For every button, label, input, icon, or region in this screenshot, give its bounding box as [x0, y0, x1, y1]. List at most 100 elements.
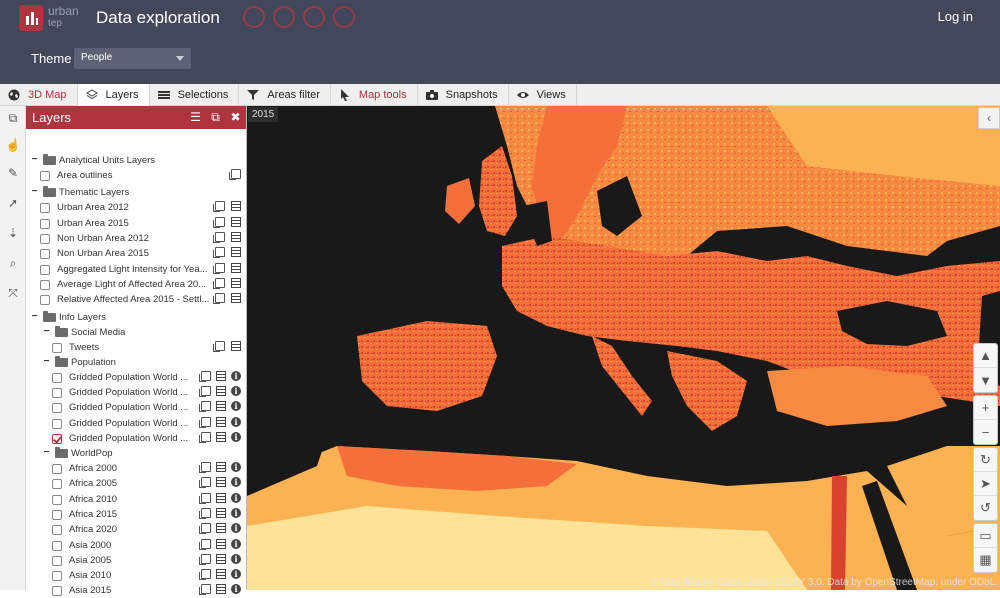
- layer-group[interactable]: − Social Media: [42, 325, 125, 340]
- layer-checkbox[interactable]: [52, 433, 62, 444]
- layer-item[interactable]: Gridded Population World ...: [52, 385, 188, 400]
- layer-item[interactable]: Africa 2005: [52, 476, 117, 491]
- identify-icon[interactable]: ➚: [4, 194, 22, 212]
- arrow-up-icon[interactable]: ▲: [974, 344, 997, 368]
- layer-item[interactable]: Asia 2000: [52, 538, 111, 553]
- layer-item[interactable]: Africa 2020: [52, 522, 117, 537]
- target-icon[interactable]: [243, 6, 265, 28]
- table-icon[interactable]: [216, 523, 226, 533]
- tab-views[interactable]: Views: [509, 84, 577, 106]
- table-icon[interactable]: [216, 417, 226, 427]
- collapse-toggle-icon[interactable]: −: [30, 187, 39, 197]
- layer-checkbox[interactable]: [40, 279, 50, 290]
- table-icon[interactable]: [231, 263, 241, 273]
- zoom-icon[interactable]: ⌕: [4, 254, 22, 272]
- layer-item[interactable]: Gridded Population World ...: [52, 416, 188, 431]
- layer-item[interactable]: Non Urban Area 2012: [40, 231, 149, 246]
- stats-icon[interactable]: [273, 6, 295, 28]
- zoom-out-icon[interactable]: −: [974, 420, 997, 444]
- users-icon[interactable]: [333, 6, 355, 28]
- layer-checkbox[interactable]: [52, 372, 62, 383]
- rotate-cw-icon[interactable]: ↻: [974, 448, 997, 472]
- layer-group[interactable]: − Analytical Units Layers: [30, 153, 155, 168]
- layer-checkbox[interactable]: [52, 524, 62, 535]
- layer-checkbox[interactable]: [52, 540, 62, 551]
- fullscreen-icon[interactable]: ⤧: [4, 284, 22, 302]
- table-icon[interactable]: [216, 493, 226, 503]
- share-icon[interactable]: [303, 6, 325, 28]
- collapse-toggle-icon[interactable]: −: [42, 357, 51, 367]
- window-icon[interactable]: ⧉: [4, 109, 22, 127]
- tab-3d-map[interactable]: 3D Map: [0, 84, 78, 106]
- copy-icon[interactable]: [199, 523, 211, 534]
- info-icon[interactable]: i: [231, 477, 241, 487]
- copy-icon[interactable]: [213, 217, 225, 228]
- layer-group[interactable]: − Info Layers: [30, 310, 106, 325]
- layer-checkbox[interactable]: [52, 494, 62, 505]
- table-icon[interactable]: [231, 293, 241, 303]
- tab-selections[interactable]: Selections: [150, 84, 240, 106]
- copy-icon[interactable]: [213, 201, 225, 212]
- layer-item[interactable]: Asia 2010: [52, 568, 111, 583]
- info-icon[interactable]: i: [231, 493, 241, 503]
- layer-checkbox[interactable]: [52, 387, 62, 398]
- layer-group[interactable]: − Thematic Layers: [30, 185, 129, 200]
- table-icon[interactable]: [231, 232, 241, 242]
- copy-icon[interactable]: [199, 417, 211, 428]
- table-icon[interactable]: [216, 432, 226, 442]
- eraser-icon[interactable]: ✎: [4, 164, 22, 182]
- layer-checkbox[interactable]: [52, 418, 62, 429]
- layer-group[interactable]: − Population: [42, 355, 116, 370]
- copy-icon[interactable]: [199, 554, 211, 565]
- collapse-panel-button[interactable]: ‹: [978, 107, 1000, 129]
- info-icon[interactable]: i: [231, 539, 241, 549]
- table-icon[interactable]: [231, 278, 241, 288]
- copy-icon[interactable]: [213, 341, 225, 352]
- table-icon[interactable]: [216, 539, 226, 549]
- layer-checkbox[interactable]: [52, 555, 62, 566]
- tab-layers[interactable]: Layers: [77, 84, 150, 106]
- table-icon[interactable]: [216, 584, 226, 594]
- layer-item[interactable]: Average Light of Affected Area 20...: [40, 277, 206, 292]
- info-icon[interactable]: i: [231, 417, 241, 427]
- detach-icon[interactable]: ⧉: [209, 111, 222, 124]
- close-icon[interactable]: ✖: [229, 111, 242, 124]
- collapse-toggle-icon[interactable]: −: [30, 312, 39, 322]
- info-icon[interactable]: i: [231, 554, 241, 564]
- table-icon[interactable]: [216, 554, 226, 564]
- tab-areas-filter[interactable]: Areas filter: [239, 84, 331, 106]
- copy-icon[interactable]: [199, 539, 211, 550]
- table-icon[interactable]: [231, 247, 241, 257]
- table-icon[interactable]: [216, 371, 226, 381]
- layer-checkbox[interactable]: [52, 509, 62, 520]
- copy-icon[interactable]: [199, 569, 211, 580]
- pan-hand-icon[interactable]: ☝: [4, 136, 22, 154]
- table-icon[interactable]: [216, 462, 226, 472]
- layer-item[interactable]: Aggregated Light Intensity for Yea...: [40, 262, 208, 277]
- copy-icon[interactable]: [199, 493, 211, 504]
- settings-icon[interactable]: ☰: [189, 111, 202, 124]
- compass-icon[interactable]: ➤: [974, 472, 997, 496]
- copy-icon[interactable]: [199, 462, 211, 473]
- table-icon[interactable]: [231, 341, 241, 351]
- copy-icon[interactable]: [199, 508, 211, 519]
- layer-item[interactable]: Urban Area 2012: [40, 200, 129, 215]
- copy-icon[interactable]: [213, 293, 225, 304]
- layer-group[interactable]: − WorldPop: [42, 446, 113, 461]
- copy-icon[interactable]: [199, 584, 211, 595]
- table-icon[interactable]: [216, 508, 226, 518]
- layer-item[interactable]: Africa 2010: [52, 492, 117, 507]
- layer-checkbox[interactable]: [40, 233, 50, 244]
- layer-item[interactable]: Africa 2000: [52, 461, 117, 476]
- info-icon[interactable]: i: [231, 386, 241, 396]
- layer-item[interactable]: Gridded Population World ...: [52, 370, 188, 385]
- urban-tep-logo[interactable]: [19, 5, 43, 31]
- layer-checkbox[interactable]: [52, 463, 62, 474]
- layer-checkbox[interactable]: [52, 570, 62, 581]
- info-icon[interactable]: i: [231, 371, 241, 381]
- layer-checkbox[interactable]: [52, 585, 62, 596]
- copy-icon[interactable]: [199, 432, 211, 443]
- info-icon[interactable]: i: [231, 401, 241, 411]
- grid-icon[interactable]: ▦: [974, 548, 997, 572]
- layer-item[interactable]: Asia 2015: [52, 583, 111, 598]
